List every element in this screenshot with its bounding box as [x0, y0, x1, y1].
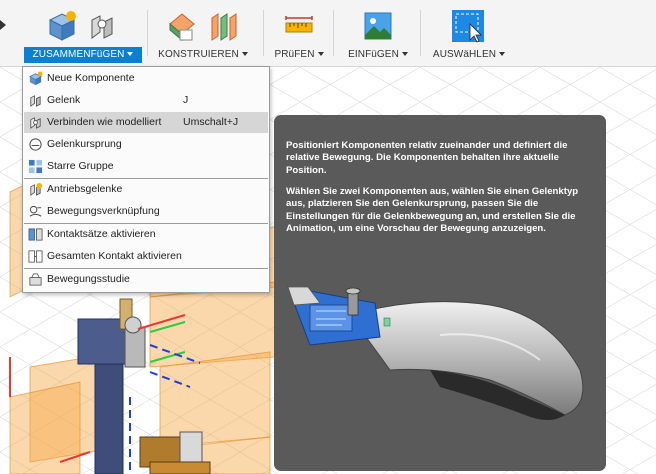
construct-menu-button[interactable]: KONSTRUIEREN — [152, 49, 254, 60]
insert-menu-button[interactable]: EINFüGEN — [338, 49, 418, 60]
menu-item-label: Gelenkursprung — [47, 138, 122, 150]
toolbar: ZUSAMMENFüGEN KONSTRUIEREN PRüFEN EINFüG… — [0, 0, 656, 67]
joint-origin-icon — [29, 138, 42, 151]
toolbar-divider — [333, 10, 334, 56]
toolbar-divider — [420, 10, 421, 56]
inspect-menu-button[interactable]: PRüFEN — [268, 49, 330, 60]
chevron-down-icon — [317, 52, 324, 57]
toolbar-divider — [263, 10, 264, 56]
menu-item-label: Verbinden wie modelliert — [47, 116, 162, 128]
menu-item-label: Kontaktsätze aktivieren — [47, 228, 156, 240]
menu-item-rigid-group[interactable]: Starre Gruppe — [24, 156, 268, 177]
menu-item-label: Bewegungsstudie — [47, 273, 130, 285]
insert-image-icon[interactable] — [362, 10, 394, 42]
menu-item-shortcut: J — [183, 94, 189, 106]
select-menu-button[interactable]: AUSWäHLEN — [424, 49, 514, 60]
tooltip-instructions: Wählen Sie zwei Komponenten aus, wählen … — [286, 186, 579, 235]
menu-item-enable-contact-sets[interactable]: Kontaktsätze aktivieren — [24, 224, 268, 245]
motion-link-icon — [29, 205, 42, 217]
menu-item-enable-all-contact[interactable]: Gesamten Kontakt aktivieren — [24, 246, 268, 267]
menu-item-joint[interactable]: Gelenk J — [24, 90, 268, 111]
menu-item-label: Antriebsgelenke — [47, 183, 123, 195]
command-tooltip: Positioniert Komponenten relativ zueinan… — [274, 115, 606, 471]
tooltip-description: Positioniert Komponenten relativ zueinan… — [286, 140, 568, 176]
inspect-group: PRüFEN — [268, 0, 330, 66]
offset-plane-icon[interactable] — [166, 10, 198, 42]
insert-label: EINFüGEN — [348, 49, 399, 60]
menu-item-label: Gesamten Kontakt aktivieren — [47, 250, 182, 262]
chevron-down-icon — [401, 52, 408, 57]
select-group: AUSWäHLEN — [424, 0, 514, 66]
menu-item-shortcut: Umschalt+J — [183, 116, 239, 128]
menu-item-joint-origin[interactable]: Gelenkursprung — [24, 134, 268, 155]
assemble-menu-button[interactable]: ZUSAMMENFüGEN — [24, 47, 142, 63]
midplane-icon[interactable] — [208, 10, 240, 42]
toolbar-divider — [147, 10, 148, 56]
joint-icon[interactable] — [86, 10, 118, 42]
menu-item-motion-study[interactable]: Bewegungsstudie — [24, 269, 268, 290]
measure-icon[interactable] — [283, 10, 315, 42]
inspect-label: PRüFEN — [274, 49, 315, 60]
construct-group: KONSTRUIEREN — [152, 0, 254, 66]
window-select-icon[interactable] — [450, 8, 486, 44]
assemble-label: ZUSAMMENFüGEN — [32, 49, 125, 60]
menu-item-label: Bewegungsverknüpfung — [47, 205, 160, 217]
chevron-down-icon — [241, 52, 248, 57]
menu-item-label: Gelenk — [47, 94, 81, 106]
utility-knife-illustration — [287, 286, 584, 420]
menu-item-as-built-joint[interactable]: Verbinden wie modelliert Umschalt+J — [24, 112, 268, 133]
chevron-down-icon — [127, 52, 134, 57]
joint-icon — [30, 95, 41, 107]
enable-contact-sets-icon — [28, 228, 43, 241]
construct-label: KONSTRUIEREN — [158, 49, 239, 60]
drive-joints-icon — [30, 182, 43, 196]
menu-item-label: Starre Gruppe — [47, 160, 114, 172]
assemble-group: ZUSAMMENFüGEN — [24, 0, 142, 66]
assemble-dropdown-menu: Neue Komponente Gelenk J Verbinden wie m… — [22, 66, 270, 293]
menu-item-new-component[interactable]: Neue Komponente — [24, 68, 268, 89]
rigid-group-icon — [28, 159, 43, 174]
insert-group: EINFüGEN — [338, 0, 418, 66]
menu-item-drive-joints[interactable]: Antriebsgelenke — [24, 179, 268, 200]
menu-item-motion-link[interactable]: Bewegungsverknüpfung — [24, 201, 268, 222]
chevron-down-icon — [499, 52, 506, 57]
new-component-icon — [29, 71, 43, 86]
as-built-joint-icon — [30, 117, 41, 129]
select-label: AUSWäHLEN — [432, 49, 497, 60]
toolbar-scroll-left-icon[interactable] — [0, 20, 6, 30]
enable-all-contact-icon — [28, 250, 43, 263]
motion-study-icon — [29, 273, 42, 286]
new-component-icon[interactable] — [46, 10, 78, 42]
menu-item-label: Neue Komponente — [47, 72, 135, 84]
